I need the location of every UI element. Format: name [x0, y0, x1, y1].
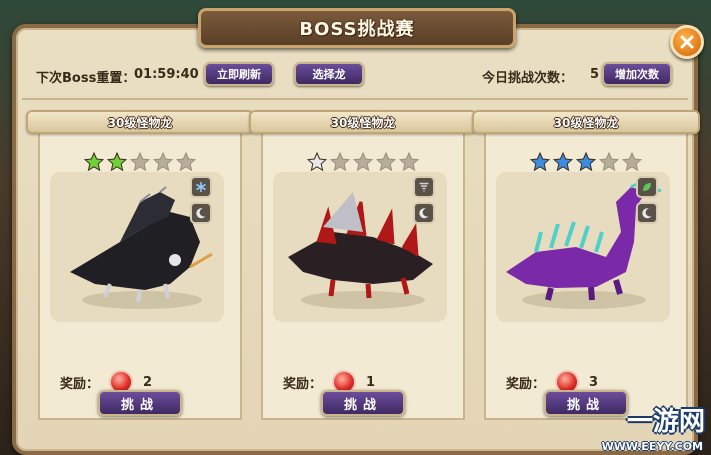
star-empty-icon	[599, 152, 619, 172]
star-empty-icon	[130, 152, 150, 172]
close-button[interactable]	[670, 25, 704, 59]
leaf-icon	[636, 176, 658, 198]
star-empty-icon	[330, 152, 350, 172]
card-header: 30级怪物龙	[472, 110, 700, 134]
title-plate: BOSS挑战赛	[198, 8, 516, 48]
add-attempts-button[interactable]: 增加次数	[602, 62, 672, 86]
card-body: 奖励： 2	[38, 130, 242, 420]
card-header: 30级怪物龙	[249, 110, 477, 134]
watermark-url: WWW.EEYY.COM	[601, 440, 703, 453]
dragon-name: 30级怪物龙	[330, 115, 396, 130]
reward-count: 2	[143, 374, 153, 390]
star-empty-icon	[399, 152, 419, 172]
boss-card: 奖励： 2 30级怪物龙 挑战	[26, 110, 254, 420]
star-filled-icon	[530, 152, 550, 172]
star-empty-icon	[353, 152, 373, 172]
reward-label: 奖励：	[60, 376, 100, 392]
watermark-text: 一游网	[626, 407, 705, 437]
reset-timer: 01:59:40	[134, 67, 199, 82]
boss-card: 奖励： 3 30级怪物龙 挑战	[472, 110, 700, 420]
card-header: 30级怪物龙	[26, 110, 254, 134]
star-filled-icon	[553, 152, 573, 172]
page-title: BOSS挑战赛	[299, 19, 415, 40]
star-filled-icon	[84, 152, 104, 172]
dragon-name: 30级怪物龙	[553, 115, 619, 130]
star-rating	[263, 152, 463, 172]
divider	[22, 98, 688, 100]
reward-label: 奖励：	[283, 376, 323, 392]
star-filled-icon	[107, 152, 127, 172]
watermark-logo: 一游网 WWW.EEYY.COM	[593, 401, 705, 453]
card-body: 奖励： 1	[261, 130, 465, 420]
card-body: 奖励： 3	[484, 130, 688, 420]
reward-count: 3	[589, 374, 599, 390]
star-filled-icon	[576, 152, 596, 172]
reset-label: 下次Boss重置：	[36, 71, 136, 86]
reward-count: 1	[366, 374, 376, 390]
snowflake-icon	[190, 176, 212, 198]
star-empty-icon	[376, 152, 396, 172]
star-empty-icon	[176, 152, 196, 172]
close-icon	[680, 35, 694, 49]
boss-card: 奖励： 1 30级怪物龙 挑战	[249, 110, 477, 420]
attempts-label: 今日挑战次数：	[482, 71, 574, 86]
star-rating	[486, 152, 686, 172]
reward-label: 奖励：	[506, 376, 546, 392]
attempts-count: 5	[590, 67, 600, 82]
star-rating	[40, 152, 240, 172]
challenge-button[interactable]: 挑战	[98, 390, 182, 416]
star-filled-icon	[307, 152, 327, 172]
challenge-button[interactable]: 挑战	[321, 390, 405, 416]
moon-icon	[413, 202, 435, 224]
top-bar: 下次Boss重置： 01:59:40 立即刷新 选择龙 今日挑战次数： 5 增加…	[22, 58, 688, 94]
tornado-icon	[413, 176, 435, 198]
select-dragon-button[interactable]: 选择龙	[294, 62, 364, 86]
star-empty-icon	[153, 152, 173, 172]
dragon-name: 30级怪物龙	[107, 115, 173, 130]
star-empty-icon	[622, 152, 642, 172]
refresh-button[interactable]: 立即刷新	[204, 62, 274, 86]
moon-icon	[636, 202, 658, 224]
moon-icon	[190, 202, 212, 224]
